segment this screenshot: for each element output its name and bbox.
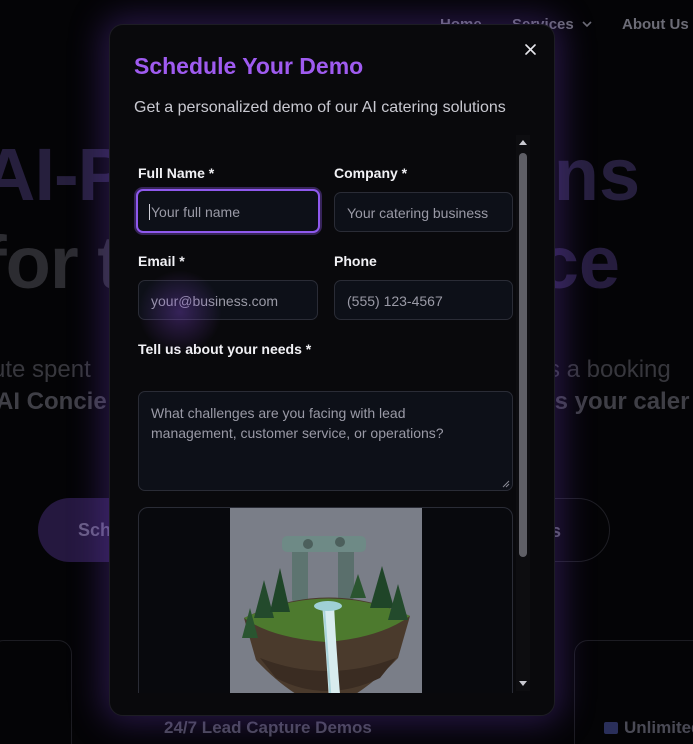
needs-placeholder-line2: management, customer service, or operati… <box>151 425 444 441</box>
hero-subtext-line2-right: ls your caler <box>548 388 690 415</box>
close-button[interactable] <box>520 39 540 59</box>
floating-island-illustration <box>230 508 422 693</box>
scroll-up-arrow-icon[interactable] <box>519 139 527 147</box>
email-label: Email * <box>138 253 185 269</box>
feature-card-title-lead-capture: 24/7 Lead Capture Demos <box>164 718 372 737</box>
scrollbar-thumb[interactable] <box>519 153 527 557</box>
feature-card-title-unlimited-text: Unlimited <box>624 718 693 737</box>
email-input[interactable]: your@business.com <box>138 280 318 320</box>
scroll-down-arrow-icon[interactable] <box>519 679 527 687</box>
needs-textarea[interactable]: What challenges are you facing with lead… <box>138 391 513 491</box>
floating-island-waterfall-illustration-icon <box>230 508 422 693</box>
full-name-placeholder: Your full name <box>151 204 240 220</box>
feature-card-title-unlimited: Unlimited <box>604 718 693 738</box>
calendar-icon <box>604 722 618 734</box>
feature-card-left <box>0 640 72 744</box>
text-caret <box>149 204 150 220</box>
resize-handle-icon[interactable] <box>502 480 510 488</box>
chevron-down-icon <box>582 21 592 28</box>
company-label: Company * <box>334 165 408 181</box>
hero-subtext-line2-left: AI Concie <box>0 388 107 415</box>
full-name-input[interactable]: Your full name <box>136 189 320 233</box>
modal-subtitle: Get a personalized demo of our AI cateri… <box>134 99 506 116</box>
modal-title: Schedule Your Demo <box>134 53 364 79</box>
needs-label: Tell us about your needs * <box>138 341 312 357</box>
hero-subtext-line1-right: s a booking <box>548 356 671 383</box>
nav-about-link[interactable]: About Us <box>622 16 689 33</box>
full-name-label: Full Name * <box>138 165 215 181</box>
company-placeholder: Your catering business <box>347 205 489 221</box>
company-input[interactable]: Your catering business <box>334 192 513 232</box>
form-scroll-area: Full Name * Your full name Company * You… <box>134 137 532 693</box>
hero-heading-line1-left: AI-P <box>0 133 127 216</box>
close-icon <box>524 43 536 55</box>
form-scrollbar[interactable] <box>516 135 530 691</box>
needs-placeholder-line1: What challenges are you facing with lead <box>151 405 406 421</box>
phone-label: Phone <box>334 253 377 269</box>
phone-input[interactable]: (555) 123-4567 <box>334 280 513 320</box>
phone-placeholder: (555) 123-4567 <box>347 293 443 309</box>
hero-heading-line2-left: for t <box>0 221 122 304</box>
email-placeholder: your@business.com <box>151 293 279 309</box>
schedule-demo-modal: Schedule Your Demo Get a personalized de… <box>109 24 555 716</box>
illustration-container <box>138 507 513 693</box>
hero-subtext-line1-left: ute spent <box>0 356 91 383</box>
